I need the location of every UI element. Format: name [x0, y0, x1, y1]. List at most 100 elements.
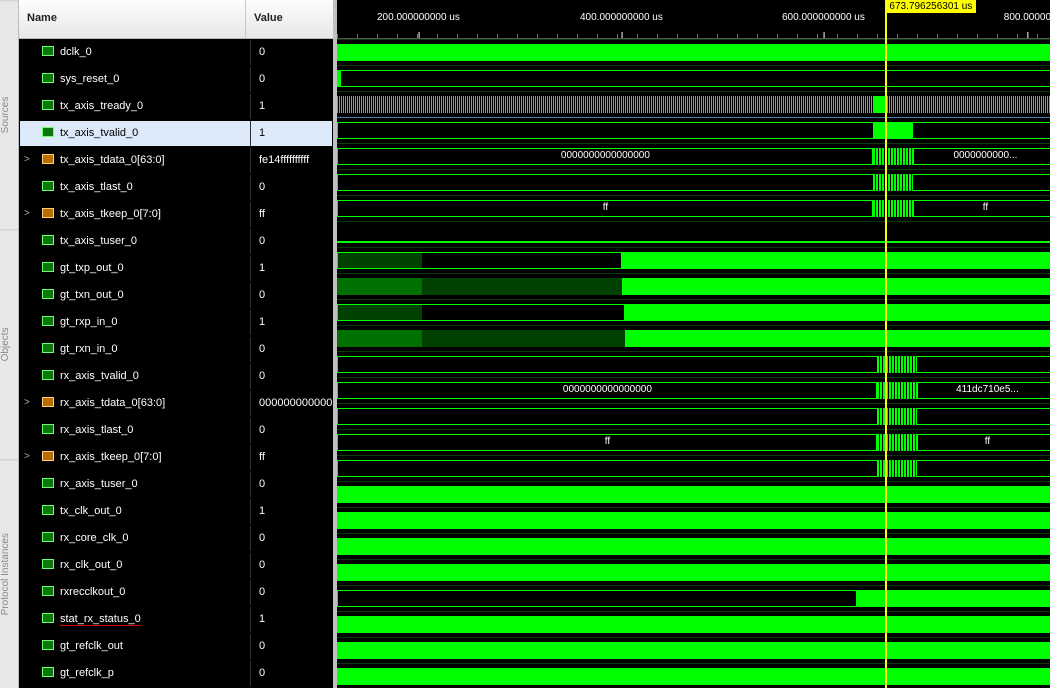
bit-signal-icon	[42, 235, 54, 245]
signal-row[interactable]: gt_txp_out_01	[19, 255, 333, 282]
signal-name: gt_refclk_p	[60, 667, 114, 679]
signal-row[interactable]: gt_rxn_in_0 0	[19, 336, 333, 363]
signal-name: stat_rx_status_0	[60, 613, 141, 626]
waveform-row[interactable]	[337, 507, 1050, 533]
side-tab-sources[interactable]: Sources	[0, 0, 18, 229]
signal-row[interactable]: rx_axis_tvalid_00	[19, 363, 333, 390]
signal-name: gt_txp_out_0	[60, 262, 124, 274]
list-header: Name Value	[19, 0, 333, 39]
signal-value: 0	[250, 229, 332, 254]
waveform-panel[interactable]: 673.796256301 us 200.000000000 us 400.000…	[337, 0, 1050, 688]
signal-name: tx_axis_tready_0	[60, 100, 143, 112]
signal-row[interactable]: stat_rx_status_01	[19, 606, 333, 633]
signal-row[interactable]: > tx_axis_tdata_0[63:0] fe14ffffffffff	[19, 147, 333, 174]
signal-row[interactable]: tx_axis_tvalid_01	[19, 120, 333, 147]
side-tab-objects[interactable]: Objects	[0, 229, 18, 458]
signal-row[interactable]: rxrecclkout_00	[19, 579, 333, 606]
waveform-row[interactable]	[337, 273, 1050, 299]
waveform-row[interactable]	[337, 663, 1050, 688]
bit-signal-icon	[42, 73, 54, 83]
bit-signal-icon	[42, 316, 54, 326]
side-tab-protocol[interactable]: Protocol Instances	[0, 459, 18, 688]
waveform-row[interactable]	[337, 247, 1050, 273]
waveform-row[interactable]	[337, 533, 1050, 559]
signal-row[interactable]: >rx_axis_tkeep_0[7:0]ff	[19, 444, 333, 471]
signal-row[interactable]: >rx_axis_tdata_0[63:0]000000000000	[19, 390, 333, 417]
cursor-line[interactable]	[885, 0, 887, 688]
signal-name: rx_axis_tdata_0[63:0]	[60, 397, 165, 409]
signal-value: 0	[250, 553, 332, 578]
signal-row[interactable]: rx_core_clk_00	[19, 525, 333, 552]
column-header-value[interactable]: Value	[246, 0, 333, 38]
signal-row[interactable]: rx_clk_out_0 0	[19, 552, 333, 579]
waveform-row[interactable]	[337, 559, 1050, 585]
collapsed-side-tabs[interactable]: Sources Objects Protocol Instances	[0, 0, 19, 688]
ruler-tick: 400.000000000 us	[580, 12, 663, 23]
expand-icon[interactable]: >	[24, 156, 32, 164]
bus-signal-icon	[42, 154, 54, 164]
signal-name: tx_axis_tvalid_0	[60, 127, 138, 139]
waveform-row[interactable]	[337, 117, 1050, 143]
signal-row[interactable]: tx_axis_tready_0 1	[19, 93, 333, 120]
waveform-row[interactable]	[337, 39, 1050, 65]
signal-name: tx_axis_tdata_0[63:0]	[60, 154, 165, 166]
signal-value: 0	[250, 283, 332, 308]
signal-value: 0	[250, 418, 332, 443]
signal-name: gt_txn_out_0	[60, 289, 124, 301]
signal-row[interactable]: dclk_00	[19, 39, 333, 66]
expand-icon[interactable]: >	[24, 210, 32, 218]
signal-row[interactable]: >tx_axis_tkeep_0[7:0]ff	[19, 201, 333, 228]
waveform-row[interactable]	[337, 611, 1050, 637]
waveform-row[interactable]	[337, 481, 1050, 507]
bit-signal-icon	[42, 586, 54, 596]
expand-icon[interactable]: >	[24, 399, 32, 407]
bit-signal-icon	[42, 289, 54, 299]
waveform-row[interactable]: 0000000000000000411dc710e5...	[337, 377, 1050, 403]
signal-row[interactable]: rx_axis_tuser_0 0	[19, 471, 333, 498]
signal-row[interactable]: gt_refclk_p0	[19, 660, 333, 687]
waveform-row[interactable]	[337, 455, 1050, 481]
waveform-row[interactable]	[337, 221, 1050, 247]
signal-list[interactable]: dclk_00sys_reset_00tx_axis_tready_01tx_a…	[19, 39, 333, 688]
expand-icon[interactable]: >	[24, 453, 32, 461]
signal-row[interactable]: gt_refclk_out0	[19, 633, 333, 660]
waveform-row[interactable]	[337, 637, 1050, 663]
signal-value: 1	[250, 94, 332, 119]
signal-row[interactable]: rx_axis_tlast_00	[19, 417, 333, 444]
bit-signal-icon	[42, 343, 54, 353]
signal-row[interactable]: tx_axis_tlast_00	[19, 174, 333, 201]
waveform-row[interactable]	[337, 403, 1050, 429]
bit-signal-icon	[42, 46, 54, 56]
bit-signal-icon	[42, 100, 54, 110]
signal-row[interactable]: gt_rxp_in_01	[19, 309, 333, 336]
waveform-row[interactable]	[337, 169, 1050, 195]
signal-value: 0	[250, 67, 332, 92]
signal-name: rx_clk_out_0	[60, 559, 122, 571]
signal-name: tx_axis_tlast_0	[60, 181, 133, 193]
signal-row[interactable]: gt_txn_out_0 0	[19, 282, 333, 309]
signal-name: rxrecclkout_0	[60, 586, 125, 598]
signal-value: 0	[250, 337, 332, 362]
waveform-row[interactable]: 00000000000000000000000000...	[337, 143, 1050, 169]
waveform-row[interactable]: ffff	[337, 429, 1050, 455]
signal-row[interactable]: tx_clk_out_01	[19, 498, 333, 525]
bus-signal-icon	[42, 208, 54, 218]
waveform-row[interactable]	[337, 65, 1050, 91]
waveform-row[interactable]	[337, 351, 1050, 377]
signal-value: fe14ffffffffff	[250, 148, 332, 173]
signal-row[interactable]: sys_reset_00	[19, 66, 333, 93]
waveform-row[interactable]	[337, 585, 1050, 611]
signal-name: gt_refclk_out	[60, 640, 123, 652]
signal-name: rx_axis_tuser_0	[60, 478, 138, 490]
column-header-name[interactable]: Name	[19, 0, 246, 38]
signal-value: 0	[250, 472, 332, 497]
cursor-time-label: 673.796256301 us	[885, 0, 976, 13]
waveform-row[interactable]	[337, 325, 1050, 351]
ruler-tick: 200.000000000 us	[377, 12, 460, 23]
signal-name: gt_rxn_in_0	[60, 343, 118, 355]
waveform-row[interactable]	[337, 299, 1050, 325]
signal-row[interactable]: tx_axis_tuser_00	[19, 228, 333, 255]
waveform-row[interactable]	[337, 91, 1050, 117]
bit-signal-icon	[42, 370, 54, 380]
waveform-row[interactable]: ffff	[337, 195, 1050, 221]
